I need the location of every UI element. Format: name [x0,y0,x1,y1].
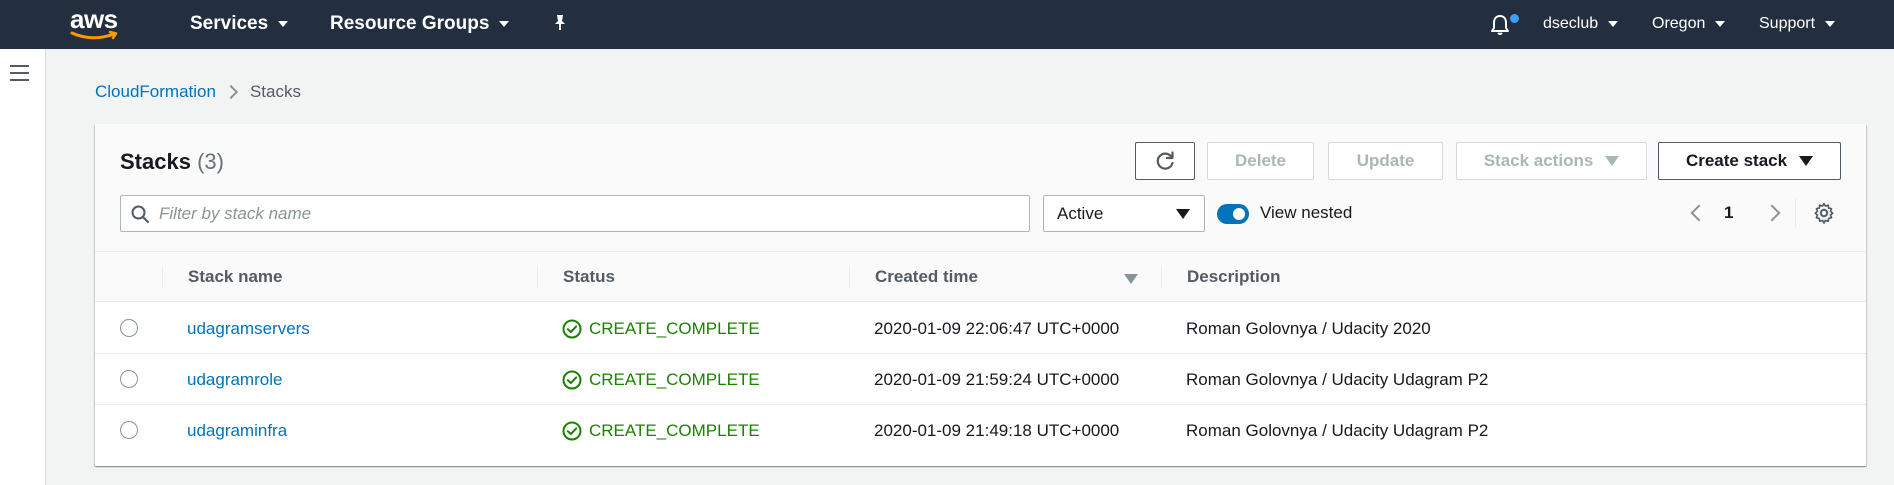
services-label: Services [190,13,269,34]
column-divider [162,266,163,288]
stack-name-link[interactable]: udagraminfra [187,421,287,441]
chevron-down-icon [1825,21,1836,27]
refresh-icon [1156,151,1174,170]
chevron-down-icon [499,21,510,27]
created-time: 2020-01-09 21:59:24 UTC+0000 [874,370,1120,389]
delete-button[interactable]: Delete [1207,142,1314,180]
column-header-description[interactable]: Description [1187,267,1281,287]
breadcrumb: CloudFormation Stacks [95,82,301,102]
panel-header: Stacks (3) Delete Update Stack actions C… [95,124,1866,252]
table-row[interactable]: udagraminfra CREATE_COMPLETE 2020-01-09 … [95,405,1866,456]
status-text: CREATE_COMPLETE [589,319,760,338]
column-header-status[interactable]: Status [563,267,615,287]
caret-down-icon [1799,156,1814,166]
support-label: Support [1759,15,1816,32]
table-row[interactable]: udagramservers CREATE_COMPLETE 2020-01-0… [95,303,1866,354]
check-circle-icon [562,421,582,441]
previous-page-icon[interactable] [1690,204,1708,222]
column-divider [849,266,850,288]
pin-icon[interactable] [551,14,569,32]
caret-down-icon [1605,156,1620,166]
status-text: CREATE_COMPLETE [589,421,760,440]
stacks-panel: Stacks (3) Delete Update Stack actions C… [95,124,1866,466]
sort-descending-icon[interactable] [1124,274,1138,284]
chevron-right-icon [223,84,239,100]
caret-down-icon [1176,208,1190,219]
delete-label: Delete [1234,151,1287,170]
resource-groups-menu[interactable]: Resource Groups [330,13,510,35]
region-label: Oregon [1652,15,1706,32]
support-menu[interactable]: Support [1759,15,1836,33]
panel-title: Stacks (3) [120,149,224,175]
aws-logo[interactable]: aws [70,6,124,42]
chevron-down-icon [278,21,289,27]
stack-status: CREATE_COMPLETE [562,370,760,390]
created-time: 2020-01-09 21:49:18 UTC+0000 [874,421,1120,440]
column-divider [1161,266,1162,288]
notification-dot [1510,14,1519,23]
view-nested-label: View nested [1260,203,1353,222]
created-time: 2020-01-09 22:06:47 UTC+0000 [874,319,1120,338]
stack-description: Roman Golovnya / Udacity Udagram P2 [1186,421,1489,440]
stack-description: Roman Golovnya / Udacity Udagram P2 [1186,370,1489,389]
aws-logo-text: aws [70,4,118,34]
search-input[interactable] [159,203,1019,224]
current-page-number[interactable]: 1 [1724,203,1733,223]
services-menu[interactable]: Services [190,13,289,35]
aws-smile-icon [70,30,118,40]
breadcrumb-current: Stacks [249,82,301,101]
top-navigation-bar: aws Services Resource Groups dseclub Ore… [0,0,1894,49]
toggle-knob [1233,208,1245,220]
stack-actions-button[interactable]: Stack actions [1456,142,1647,180]
chevron-down-icon [1715,21,1726,27]
stack-status: CREATE_COMPLETE [562,421,760,441]
table-body: udagramservers CREATE_COMPLETE 2020-01-0… [95,303,1866,466]
stack-status: CREATE_COMPLETE [562,319,760,339]
pager-divider [1795,198,1796,228]
breadcrumb-cloudformation-link[interactable]: CloudFormation [95,82,216,102]
chevron-down-icon [1608,21,1619,27]
stack-name-link[interactable]: udagramrole [187,370,282,390]
update-button[interactable]: Update [1328,142,1443,180]
row-select-radio[interactable] [120,370,138,388]
account-label: dseclub [1543,15,1599,32]
table-header: Stack name Status Created time Descripti… [95,252,1866,302]
hamburger-icon[interactable] [10,65,29,81]
check-circle-icon [562,370,582,390]
stack-name-link[interactable]: udagramservers [187,319,310,339]
resource-groups-label: Resource Groups [330,13,490,34]
stack-count: (3) [197,149,224,174]
check-circle-icon [562,319,582,339]
create-stack-label: Create stack [1685,151,1788,170]
table-row[interactable]: udagramrole CREATE_COMPLETE 2020-01-09 2… [95,354,1866,405]
refresh-button[interactable] [1135,142,1195,180]
next-page-icon[interactable] [1763,204,1781,222]
create-stack-button[interactable]: Create stack [1658,142,1841,180]
search-icon [131,205,149,223]
panel-title-text: Stacks [120,149,191,174]
column-header-created-time[interactable]: Created time [875,267,978,287]
gear-icon[interactable] [1812,201,1836,225]
view-nested-toggle[interactable] [1217,204,1249,224]
region-menu[interactable]: Oregon [1652,15,1726,33]
side-navigation-rail [0,49,46,485]
row-select-radio[interactable] [120,421,138,439]
status-filter-value: Active [1057,203,1104,223]
bell-icon[interactable] [1488,13,1512,37]
status-text: CREATE_COMPLETE [589,370,760,389]
column-header-stack-name[interactable]: Stack name [188,267,283,287]
status-filter-select[interactable]: Active [1043,195,1205,232]
account-menu[interactable]: dseclub [1543,15,1619,33]
column-divider [537,266,538,288]
row-select-radio[interactable] [120,319,138,337]
stack-description: Roman Golovnya / Udacity 2020 [1186,319,1431,338]
update-label: Update [1356,151,1415,170]
stack-search-field[interactable] [120,195,1030,232]
stack-actions-label: Stack actions [1483,151,1594,170]
